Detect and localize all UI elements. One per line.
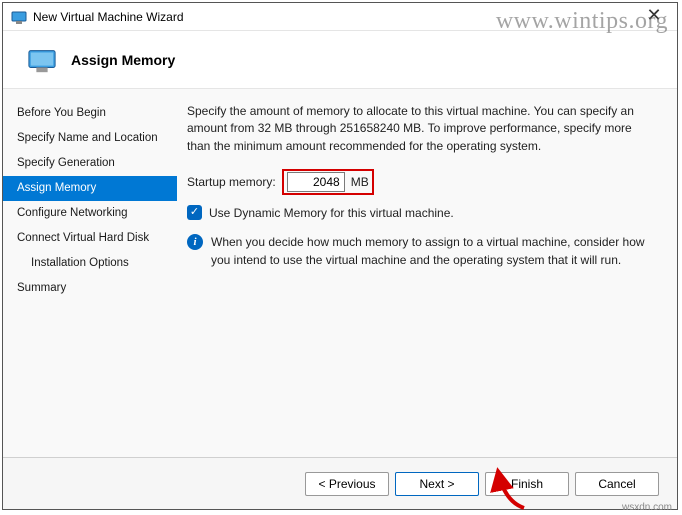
step-specify-generation[interactable]: Specify Generation <box>3 151 177 176</box>
next-button-highlight: Next > <box>395 472 479 496</box>
wizard-content: Specify the amount of memory to allocate… <box>177 89 677 457</box>
dynamic-memory-checkbox[interactable]: ✓ <box>187 205 202 220</box>
titlebar: New Virtual Machine Wizard ✕ <box>3 3 677 31</box>
vm-wizard-icon <box>11 9 27 25</box>
startup-memory-input[interactable] <box>287 172 345 192</box>
page-title: Assign Memory <box>71 52 175 68</box>
wizard-steps-sidebar: Before You Begin Specify Name and Locati… <box>3 89 177 457</box>
next-button[interactable]: Next > <box>395 472 479 496</box>
info-row: i When you decide how much memory to ass… <box>187 234 657 269</box>
startup-memory-row: Startup memory: MB <box>187 169 657 195</box>
attribution-text: wsxdn.com <box>622 502 672 513</box>
window-title: New Virtual Machine Wizard <box>33 10 184 24</box>
step-installation-options[interactable]: Installation Options <box>3 251 177 276</box>
startup-memory-highlight: MB <box>282 169 374 195</box>
step-specify-name[interactable]: Specify Name and Location <box>3 126 177 151</box>
dynamic-memory-row[interactable]: ✓ Use Dynamic Memory for this virtual ma… <box>187 205 657 220</box>
dynamic-memory-label: Use Dynamic Memory for this virtual mach… <box>209 206 454 220</box>
vm-header-icon <box>27 45 57 75</box>
wizard-header: Assign Memory <box>3 31 677 89</box>
intro-text: Specify the amount of memory to allocate… <box>187 103 657 155</box>
memory-unit: MB <box>351 175 369 189</box>
finish-button[interactable]: Finish <box>485 472 569 496</box>
cancel-button[interactable]: Cancel <box>575 472 659 496</box>
previous-button[interactable]: < Previous <box>305 472 389 496</box>
wizard-dialog: New Virtual Machine Wizard ✕ Assign Memo… <box>2 2 678 510</box>
info-text: When you decide how much memory to assig… <box>211 234 657 269</box>
wizard-body: Before You Begin Specify Name and Locati… <box>3 89 677 457</box>
close-icon[interactable]: ✕ <box>639 5 669 29</box>
startup-memory-label: Startup memory: <box>187 175 276 189</box>
wizard-footer: < Previous Next > Finish Cancel <box>3 457 677 509</box>
step-assign-memory[interactable]: Assign Memory <box>3 176 177 201</box>
step-summary[interactable]: Summary <box>3 276 177 301</box>
info-icon: i <box>187 234 203 250</box>
step-before-you-begin[interactable]: Before You Begin <box>3 101 177 126</box>
step-connect-vhd[interactable]: Connect Virtual Hard Disk <box>3 226 177 251</box>
step-configure-networking[interactable]: Configure Networking <box>3 201 177 226</box>
